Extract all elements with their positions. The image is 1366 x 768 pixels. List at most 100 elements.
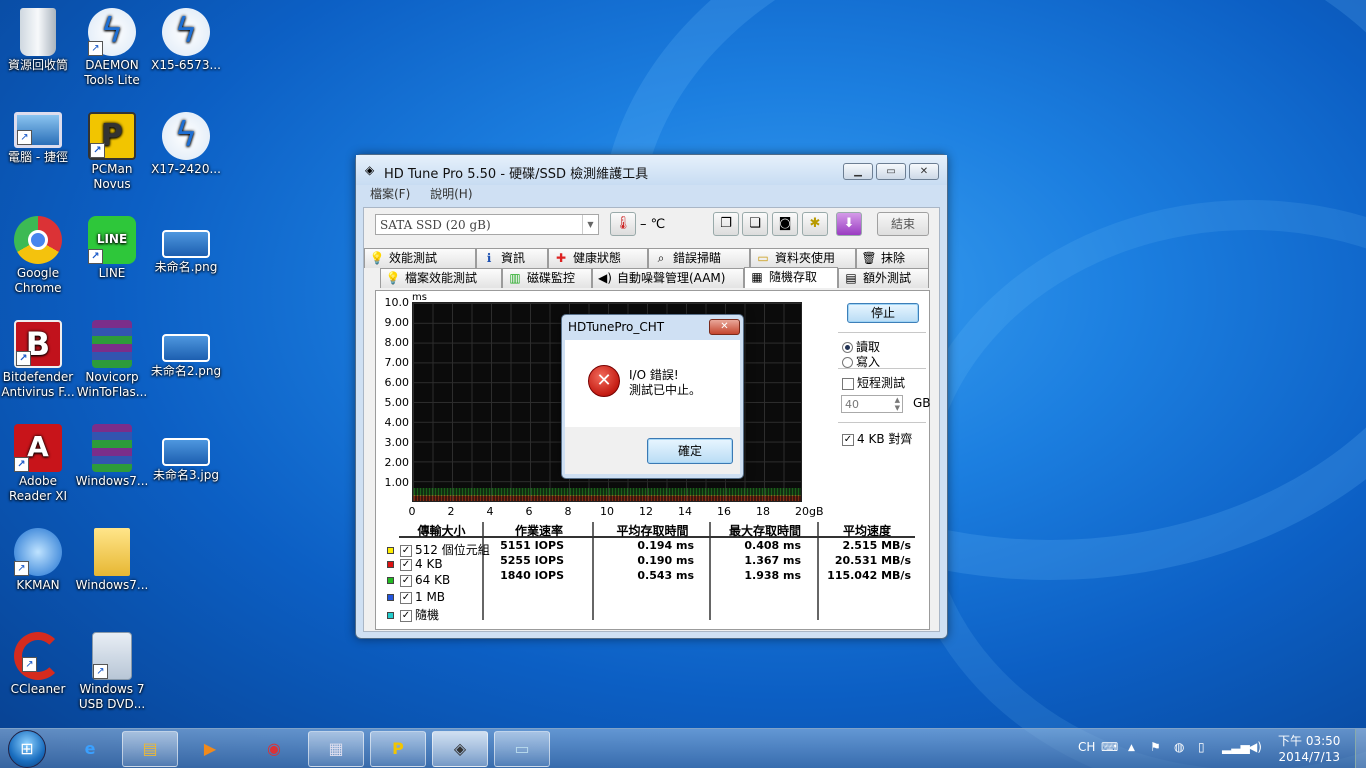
short-test-unit: GB [913,396,931,410]
winrar-icon [92,424,132,472]
volume-icon[interactable]: ◀) [1248,740,1262,754]
desktop-icon-chrome[interactable]: Google Chrome [0,208,76,304]
taskbar-photo-viewer[interactable]: ▭ [494,731,550,767]
transfer-size-row: ✓ 512 個位元組 [383,541,490,557]
title-bar[interactable]: ◈ HD Tune Pro 5.50 - 硬碟/SSD 檢測維護工具 ▁ ▭ ✕ [356,155,947,185]
minimize-button[interactable]: ▁ [843,163,873,180]
stop-button[interactable]: 停止 [847,303,919,323]
x-tick-label: 0 [408,505,416,518]
close-button[interactable]: ✕ [909,163,939,180]
ok-button[interactable]: 確定 [647,438,733,464]
desktop-icon-daemon-tools[interactable]: ϟ ↗ DAEMON Tools Lite [74,0,150,96]
pcman-icon: P [392,739,404,758]
magnifier-icon: ⌕ [657,251,665,265]
menu-help[interactable]: 說明(H) [430,187,472,201]
language-indicator[interactable]: CH [1078,740,1095,754]
series-checkbox[interactable]: ✓ [400,591,412,604]
show-hidden-icons-icon[interactable]: ▲ [1128,743,1135,753]
image-file-icon [162,334,210,362]
series-checkbox[interactable]: ✓ [400,558,412,571]
dialog-close-button[interactable]: ✕ [709,319,740,335]
options-button[interactable]: ✱ [802,212,828,236]
action-center-flag-icon[interactable]: ⚑ [1150,740,1161,754]
copy-info-button[interactable]: ❏ [742,212,768,236]
menu-bar: 檔案(F) 說明(H) [370,185,489,202]
transfer-size-row: ✓ 隨機 [383,606,439,622]
tab-disk-monitor[interactable]: ▥ 磁碟監控 [502,268,592,288]
taskbar-ie[interactable]: e [62,731,118,767]
image-file-icon [162,230,210,258]
tab-random-access[interactable]: ▦ 隨機存取 [744,267,838,288]
short-test-checkbox[interactable]: 短程測試 [842,374,905,391]
result-iops-cell: 5255 IOPS [500,554,564,567]
series-label: 512 個位元組 [415,543,490,557]
desktop-icon-windows7-folder[interactable]: Windows7... [74,520,150,616]
tab-folder-usage[interactable]: ▭ 資料夾使用 [750,248,856,268]
desktop-icon-computer[interactable]: ↗ 電腦 - 捷徑 [0,104,76,200]
desktop-icon-ccleaner[interactable]: ↗ CCleaner [0,624,76,720]
file-benchmark-icon: 💡 [385,271,401,285]
desktop-icon-kkman[interactable]: ↗ KKMAN [0,520,76,616]
taskbar-media-player[interactable]: ▶ [182,731,238,767]
y-tick-label: 3.00 [384,436,410,449]
window-title: HD Tune Pro 5.50 - 硬碟/SSD 檢測維護工具 [384,167,649,182]
end-button[interactable]: 結束 [877,212,929,236]
tab-info[interactable]: ℹ 資訊 [476,248,548,268]
tab-benchmark[interactable]: 💡 效能測試 [364,248,476,268]
taskbar-control-panel[interactable]: ▦ [308,731,364,767]
x-tick-label: 2 [447,505,455,518]
error-dialog[interactable]: HDTunePro_CHT ✕ ✕ I/O 錯誤! 測試已中止。 確定 [561,314,744,479]
tab-file-benchmark[interactable]: 💡 檔案效能測試 [380,268,502,288]
dialog-footer: 確定 [565,427,740,474]
desktop-icon-jpg3[interactable]: 未命名3.jpg [148,416,224,512]
control-panel-icon: ▦ [328,739,344,758]
start-button[interactable]: ⊞ [8,730,46,768]
tab-extra-tests[interactable]: ▤ 額外測試 [838,268,929,288]
system-clock[interactable]: 下午 03:50 2014/7/13 [1278,733,1340,765]
desktop-icon-usb-dvd-tool[interactable]: ↗ Windows 7 USB DVD... [74,624,150,720]
network-icon[interactable]: ▂▃▅ [1222,740,1250,754]
desktop-icon-png1[interactable]: 未命名.png [148,208,224,304]
short-test-size-input[interactable]: 40 ▲ ▼ [841,395,903,413]
chrome-icon: ◉ [267,739,281,758]
series-checkbox[interactable]: ✓ [400,544,412,557]
drive-select[interactable]: SATA SSD (20 gB) ▼ [375,214,599,235]
taskbar-pcman[interactable]: P [370,731,426,767]
taskbar-hdtune[interactable]: ◈ [432,731,488,767]
tab-health[interactable]: ✚ 健康狀態 [548,248,648,268]
y-tick-label: 10.0 [384,296,410,309]
checkbox-empty-icon [842,377,854,390]
security-icon[interactable]: ◍ [1174,740,1184,754]
keyboard-icon[interactable]: ⌨ [1101,740,1118,754]
winrar-icon [92,320,132,368]
result-iops-cell: 5151 IOPS [500,539,564,552]
series-checkbox[interactable]: ✓ [400,609,412,622]
desktop-icon-png2[interactable]: 未命名2.png [148,312,224,408]
desktop-icon-recycle-bin[interactable]: 資源回收筒 [0,0,76,96]
desktop-icon-x17[interactable]: ϟ X17-2420... [148,104,224,200]
taskbar-explorer[interactable]: ▤ [122,731,178,767]
adobe-reader-icon: A ↗ [14,424,62,472]
series-checkbox[interactable]: ✓ [400,574,412,587]
usb-device-icon[interactable]: ▯ [1198,740,1205,754]
desktop-icon-wintoflash[interactable]: Novicorp WinToFlas... [74,312,150,408]
tab-erase[interactable]: 🗑 抹除 [856,248,929,268]
desktop-icon-pcman[interactable]: P ↗ PCMan Novus [74,104,150,200]
save-button[interactable]: ⬇ [836,212,862,236]
maximize-button[interactable]: ▭ [876,163,906,180]
align-4kb-checkbox[interactable]: ✓ 4 KB 對齊 [842,430,912,447]
show-desktop-button[interactable] [1355,729,1366,768]
screenshot-button[interactable]: ◙ [772,212,798,236]
taskbar-chrome[interactable]: ◉ [246,731,302,767]
tab-error-scan[interactable]: ⌕ 錯誤掃瞄 [648,248,750,268]
desktop-icon-x15[interactable]: ϟ X15-6573... [148,0,224,96]
desktop-icon-windows7-archive[interactable]: Windows7... [74,416,150,512]
menu-file[interactable]: 檔案(F) [370,187,410,201]
copy-text-button[interactable]: ❐ [713,212,739,236]
result-speed-cell: 2.515 MB/s [842,539,911,552]
desktop-icon-line[interactable]: LINE ↗ LINE [74,208,150,304]
tab-aam[interactable]: ◀) 自動噪聲管理(AAM) [592,268,744,288]
desktop-icon-adobe-reader[interactable]: A ↗ Adobe Reader XI [0,416,76,512]
desktop-icon-bitdefender[interactable]: B ↗ Bitdefender Antivirus F... [0,312,76,408]
chart-icon: ▥ [509,271,521,285]
